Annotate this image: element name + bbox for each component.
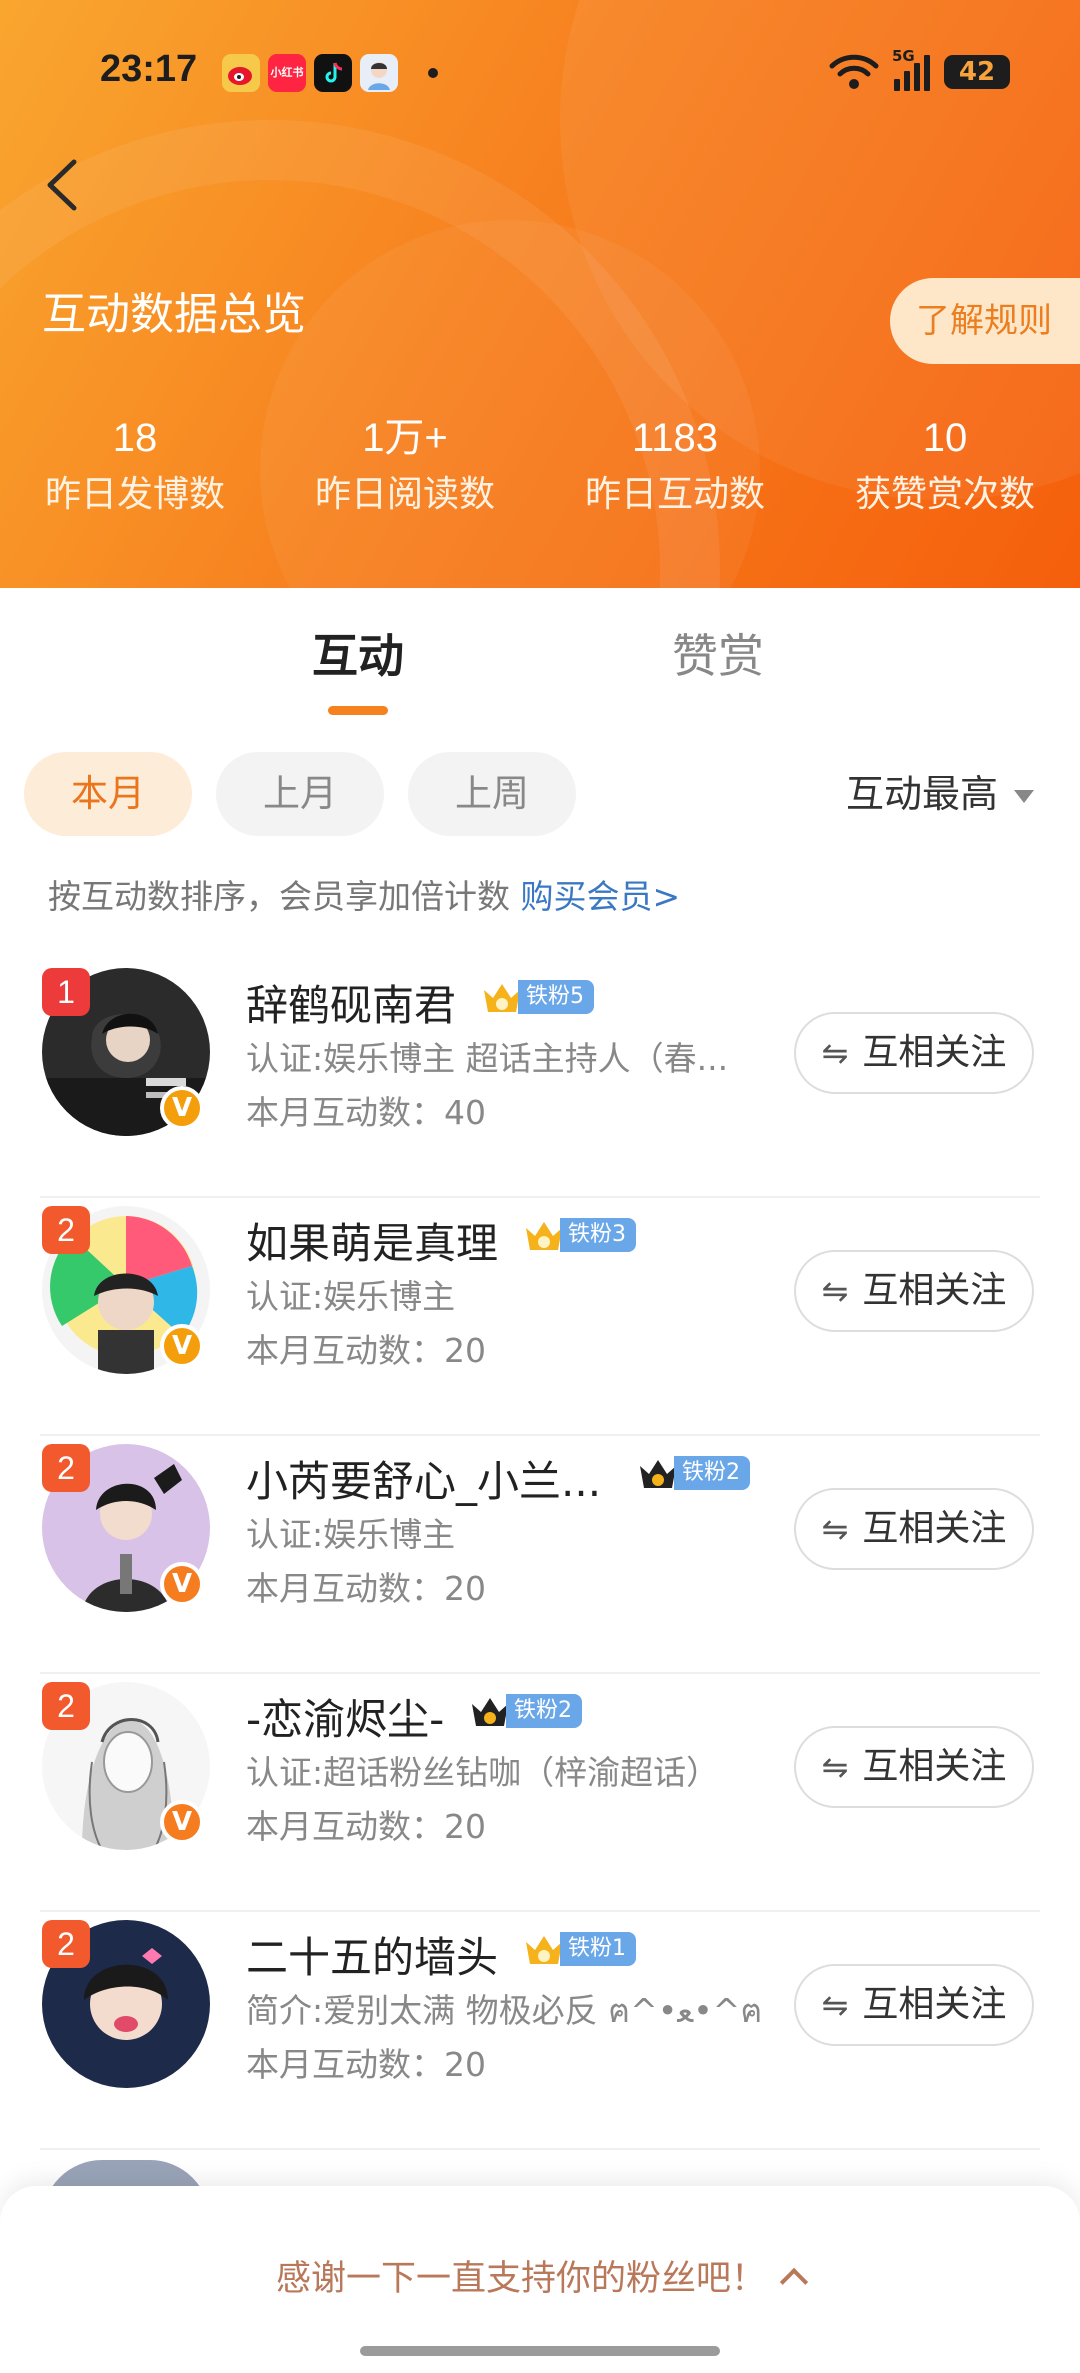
tab-indicator bbox=[328, 706, 388, 715]
stat-interactions[interactable]: 1183 昨日互动数 bbox=[540, 410, 810, 524]
mutual-follow-button[interactable]: ⇋ 互相关注 bbox=[794, 1250, 1034, 1332]
sort-label: 互动最高 bbox=[845, 772, 998, 816]
mutual-follow-button[interactable]: ⇋ 互相关注 bbox=[794, 1012, 1034, 1094]
stat-reads[interactable]: 1万+ 昨日阅读数 bbox=[270, 410, 540, 524]
user-subtitle: 认证:娱乐博主 bbox=[246, 1515, 456, 1554]
verified-icon: V bbox=[160, 1562, 204, 1606]
interaction-count: 本月互动数：20 bbox=[246, 1569, 486, 1608]
thanks-fans-panel[interactable]: 感谢一下一直支持你的粉丝吧！ bbox=[0, 2186, 1080, 2373]
sort-hint: 按互动数排序，会员享加倍计数 购买会员> bbox=[48, 877, 681, 916]
list-item[interactable]: 1 V 辞鹤砚南君 铁粉5 认证:娱乐博主 超话主持人（春... 本月互动数：4… bbox=[0, 960, 1080, 1198]
signal-icon: 5G bbox=[892, 47, 930, 91]
verified-icon: V bbox=[160, 1800, 204, 1844]
notification-dot bbox=[428, 68, 438, 78]
user-subtitle: 认证:娱乐博主 bbox=[246, 1277, 456, 1316]
home-indicator[interactable] bbox=[360, 2346, 720, 2356]
back-button[interactable] bbox=[34, 150, 94, 220]
user-subtitle: 简介:爱别太满 物极必反 ฅ^•ﻌ•^ฅ bbox=[246, 1991, 763, 2030]
mutual-arrows-icon: ⇋ bbox=[821, 1986, 849, 2024]
fan-level-badge: 铁粉5 bbox=[480, 978, 594, 1016]
user-name[interactable]: 二十五的墙头 bbox=[246, 1924, 498, 1985]
rules-button[interactable]: 了解规则 bbox=[890, 278, 1080, 364]
wifi-icon bbox=[829, 54, 879, 89]
verified-icon: V bbox=[160, 1324, 204, 1368]
tiktok-icon bbox=[314, 54, 352, 92]
sort-dropdown[interactable]: 互动最高 bbox=[846, 752, 1034, 836]
filter-this-month[interactable]: 本月 bbox=[24, 752, 192, 836]
list-item[interactable]: 2 V 小芮要舒心_小兰... 铁粉2 认证:娱乐博主 本月互动数：20 ⇋ 互相… bbox=[0, 1436, 1080, 1674]
weibo-icon bbox=[222, 54, 260, 92]
fan-level-badge: 铁粉3 bbox=[522, 1216, 636, 1254]
interaction-count: 本月互动数：20 bbox=[246, 1807, 486, 1846]
stat-rewards[interactable]: 10 获赞赏次数 bbox=[810, 410, 1080, 524]
user-subtitle: 认证:超话粉丝钻咖（梓渝超话） bbox=[246, 1753, 720, 1792]
rank-badge: 2 bbox=[42, 1444, 90, 1492]
rank-badge: 2 bbox=[42, 1682, 90, 1730]
interaction-count: 本月互动数：20 bbox=[246, 2045, 486, 2084]
stat-posts[interactable]: 18 昨日发博数 bbox=[0, 410, 270, 524]
rank-badge: 1 bbox=[42, 968, 90, 1016]
mutual-follow-button[interactable]: ⇋ 互相关注 bbox=[794, 1726, 1034, 1808]
stats-row: 18 昨日发博数 1万+ 昨日阅读数 1183 昨日互动数 10 获赞赏次数 bbox=[0, 410, 1080, 524]
user-name[interactable]: 辞鹤砚南君 bbox=[246, 972, 456, 1033]
fan-level-badge: 铁粉2 bbox=[636, 1454, 750, 1492]
user-name[interactable]: -恋渝烬尘- bbox=[246, 1686, 444, 1747]
list-item[interactable]: 2 V 如果萌是真理 铁粉3 认证:娱乐博主 本月互动数：20 ⇋ 互相关注 bbox=[0, 1198, 1080, 1436]
interaction-count: 本月互动数：40 bbox=[246, 1093, 486, 1132]
status-bar: 23:17 小红书 5G 42 bbox=[0, 40, 1080, 100]
rank-badge: 2 bbox=[42, 1206, 90, 1254]
battery-icon: 42 bbox=[944, 55, 1010, 89]
filter-last-month[interactable]: 上月 bbox=[216, 752, 384, 836]
user-name[interactable]: 如果萌是真理 bbox=[246, 1210, 498, 1271]
verified-icon: V bbox=[160, 1086, 204, 1130]
caret-down-icon bbox=[1014, 790, 1034, 803]
user-subtitle: 认证:娱乐博主 超话主持人（春... bbox=[246, 1039, 729, 1078]
fan-level-badge: 铁粉2 bbox=[468, 1692, 582, 1730]
mutual-arrows-icon: ⇋ bbox=[821, 1034, 849, 1072]
xiaohongshu-icon: 小红书 bbox=[268, 54, 306, 92]
interaction-count: 本月互动数：20 bbox=[246, 1331, 486, 1370]
buy-membership-link[interactable]: 购买会员> bbox=[521, 877, 681, 916]
thanks-fans-prompt[interactable]: 感谢一下一直支持你的粉丝吧！ bbox=[0, 2250, 1080, 2301]
filter-last-week[interactable]: 上周 bbox=[408, 752, 576, 836]
status-time: 23:17 bbox=[100, 48, 198, 90]
mutual-arrows-icon: ⇋ bbox=[821, 1748, 849, 1786]
tab-bar: 互动 赞赏 bbox=[0, 620, 1080, 730]
chevron-up-icon bbox=[779, 2267, 809, 2297]
tab-interaction[interactable]: 互动 bbox=[312, 620, 404, 686]
chevron-left-icon bbox=[47, 159, 77, 211]
fan-list: 1 V 辞鹤砚南君 铁粉5 认证:娱乐博主 超话主持人（春... 本月互动数：4… bbox=[0, 960, 1080, 2150]
mutual-follow-button[interactable]: ⇋ 互相关注 bbox=[794, 1964, 1034, 2046]
mutual-arrows-icon: ⇋ bbox=[821, 1272, 849, 1310]
tab-rewards[interactable]: 赞赏 bbox=[672, 620, 764, 686]
rank-badge: 2 bbox=[42, 1920, 90, 1968]
mutual-follow-button[interactable]: ⇋ 互相关注 bbox=[794, 1488, 1034, 1570]
user-name[interactable]: 小芮要舒心_小兰... bbox=[246, 1448, 601, 1509]
overview-header: 23:17 小红书 5G 42 互动数据总览 了解规则 18 昨日发博数 1万+… bbox=[0, 0, 1080, 588]
avatar-app-icon bbox=[360, 54, 398, 92]
list-item[interactable]: 2 二十五的墙头 铁粉1 简介:爱别太满 物极必反 ฅ^•ﻌ•^ฅ 本月互动数：… bbox=[0, 1912, 1080, 2150]
mutual-arrows-icon: ⇋ bbox=[821, 1510, 849, 1548]
list-item[interactable]: 2 V -恋渝烬尘- 铁粉2 认证:超话粉丝钻咖（梓渝超话） 本月互动数：20 … bbox=[0, 1674, 1080, 1912]
page-title: 互动数据总览 bbox=[42, 289, 306, 340]
fan-level-badge: 铁粉1 bbox=[522, 1930, 636, 1968]
